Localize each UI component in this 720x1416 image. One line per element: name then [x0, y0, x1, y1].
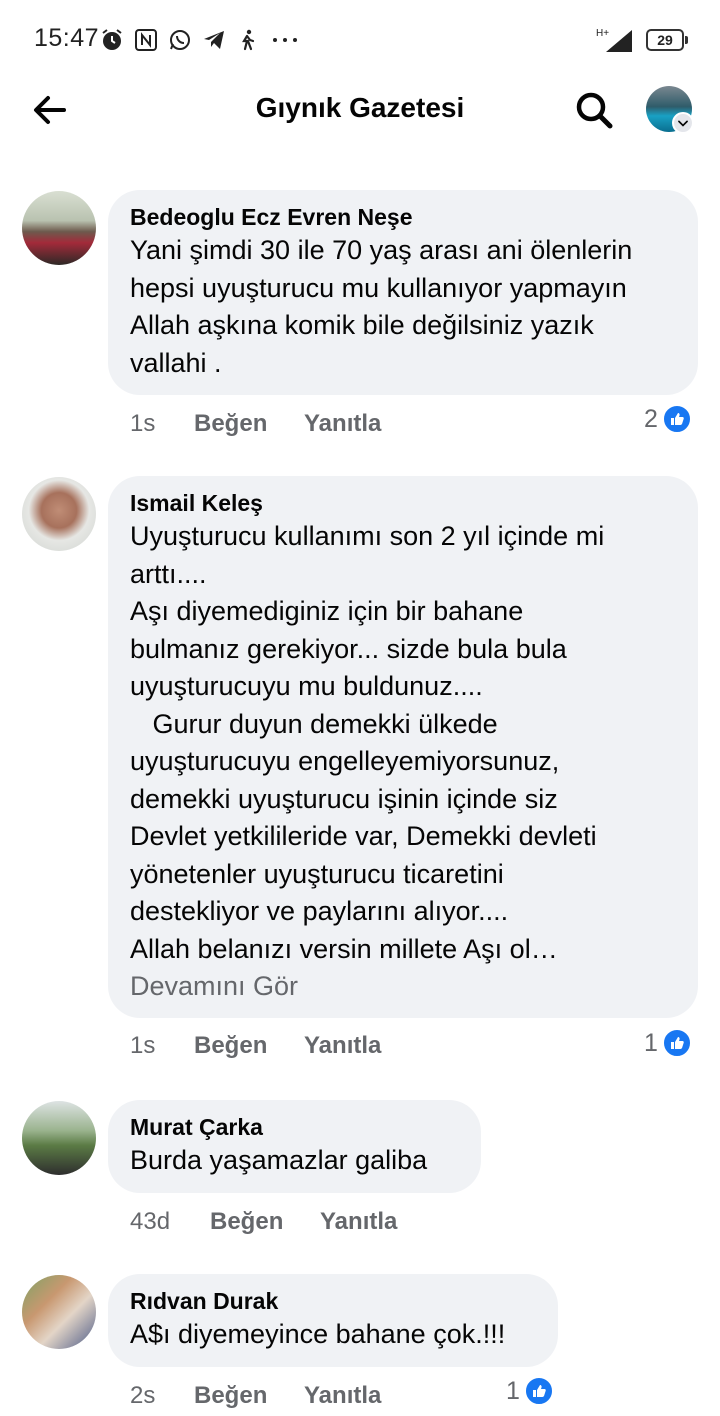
battery-icon: 29 — [646, 29, 688, 51]
reply-button[interactable]: Yanıtla — [304, 1032, 381, 1060]
reaction-count[interactable]: 1 — [506, 1376, 554, 1406]
chevron-down-icon[interactable] — [672, 112, 694, 134]
comment-author[interactable]: Murat Çarka — [130, 1112, 461, 1142]
comment-text-line: arttı.... — [130, 558, 207, 589]
comment-bubble: Ismail Keleş Uyuşturucu kullanımı son 2 … — [108, 476, 698, 1018]
thumbs-up-icon — [661, 404, 692, 434]
comment-text-line: Allah belanızı versin millete Aşı ol… — [130, 933, 558, 964]
reply-button[interactable]: Yanıtla — [320, 1208, 397, 1236]
walking-icon — [242, 29, 255, 51]
comment-text-line: uyuşturucuyu engelleyemiyorsunuz, — [130, 746, 560, 776]
telegram-icon — [204, 31, 224, 49]
like-button[interactable]: Beğen — [194, 1382, 267, 1410]
like-button[interactable]: Beğen — [194, 1032, 267, 1060]
thumbs-up-icon — [661, 1028, 692, 1058]
reply-button[interactable]: Yanıtla — [304, 410, 381, 438]
avatar[interactable] — [22, 1101, 96, 1175]
avatar[interactable] — [22, 1275, 96, 1349]
like-button[interactable]: Beğen — [194, 410, 267, 438]
status-bar: 15:47 H+ 29 — [0, 0, 720, 80]
comment-text-line: destekliyor ve paylarını alıyor.... — [130, 896, 509, 926]
comment-text-line: Devlet yetkilileride var, Demekki devlet… — [130, 821, 597, 851]
comment: Murat Çarka Burda yaşamazlar galiba 43d … — [0, 1100, 720, 1250]
avatar[interactable] — [22, 477, 96, 551]
comment-text-line: uyuşturucuyu mu buldunuz.... — [130, 671, 483, 701]
search-icon[interactable] — [572, 88, 616, 132]
comment-time: 2s — [130, 1382, 156, 1409]
reply-button[interactable]: Yanıtla — [304, 1382, 381, 1410]
comment: Ismail Keleş Uyuşturucu kullanımı son 2 … — [0, 476, 720, 1076]
comment: Bedeoglu Ecz Evren Neşe Yani şimdi 30 il… — [0, 190, 720, 450]
comment-text-line: hepsi uyuşturucu mu kullanıyor yapmayın — [130, 272, 627, 303]
comment-text-line: Yani şimdi 30 ile 70 yaş arası ani ölenl… — [130, 235, 633, 265]
comment-time: 1s — [130, 410, 156, 437]
comment-text-line: vallahi . — [130, 347, 222, 378]
thumbs-up-icon — [523, 1376, 554, 1406]
status-system-icons: H+ 29 — [596, 24, 688, 56]
nfc-icon — [135, 29, 157, 51]
signal-icon: H+ — [596, 28, 632, 52]
comment-author[interactable]: Rıdvan Durak — [130, 1286, 538, 1316]
comment-author[interactable]: Bedeoglu Ecz Evren Neşe — [130, 202, 678, 232]
status-time: 15:47 — [34, 24, 100, 52]
like-button[interactable]: Beğen — [210, 1208, 283, 1236]
see-more-link[interactable]: Devamını Gör — [130, 968, 678, 1006]
comment-text-line: yönetenler uyuşturucu ticaretini — [130, 858, 504, 889]
reaction-number: 2 — [644, 404, 658, 433]
alarm-clock-icon — [102, 29, 122, 50]
whatsapp-icon — [170, 30, 190, 50]
reaction-number: 1 — [506, 1376, 520, 1405]
reaction-count[interactable]: 1 — [644, 1028, 692, 1058]
comment-text-line: Allah aşkına komik bile değilsiniz yazık — [130, 310, 594, 340]
avatar[interactable] — [22, 191, 96, 265]
more-dots-icon — [273, 38, 297, 42]
comment-text-line: Aşı diyemediginiz için bir bahane — [130, 596, 524, 626]
comment: Rıdvan Durak A$ı diyemeyince bahane çok.… — [0, 1274, 720, 1416]
comment-time: 1s — [130, 1032, 156, 1059]
comment-time: 43d — [130, 1208, 171, 1235]
comment-bubble: Bedeoglu Ecz Evren Neşe Yani şimdi 30 il… — [108, 190, 698, 395]
reaction-number: 1 — [644, 1028, 658, 1057]
comment-text-line: demekki uyuşturucu işinin içinde siz — [130, 783, 558, 814]
comment-text-line: Gurur duyun demekki ülkede — [130, 708, 498, 739]
reaction-count[interactable]: 2 — [644, 404, 692, 434]
comment-author[interactable]: Ismail Keleş — [130, 488, 678, 518]
svg-text:H+: H+ — [596, 28, 609, 39]
comment-text-line: Uyuşturucu kullanımı son 2 yıl içinde mi — [130, 521, 605, 551]
comment-text-line: Burda yaşamazlar galiba — [130, 1145, 428, 1175]
app-header: Gıynık Gazetesi — [0, 80, 720, 140]
comment-bubble: Murat Çarka Burda yaşamazlar galiba — [108, 1100, 481, 1193]
comment-text-line: bulmanız gerekiyor... sizde bula bula — [130, 633, 567, 664]
comment-bubble: Rıdvan Durak A$ı diyemeyince bahane çok.… — [108, 1274, 558, 1367]
comment-text-line: A$ı diyemeyince bahane çok.!!! — [130, 1319, 506, 1349]
status-notification-icons — [100, 27, 300, 53]
